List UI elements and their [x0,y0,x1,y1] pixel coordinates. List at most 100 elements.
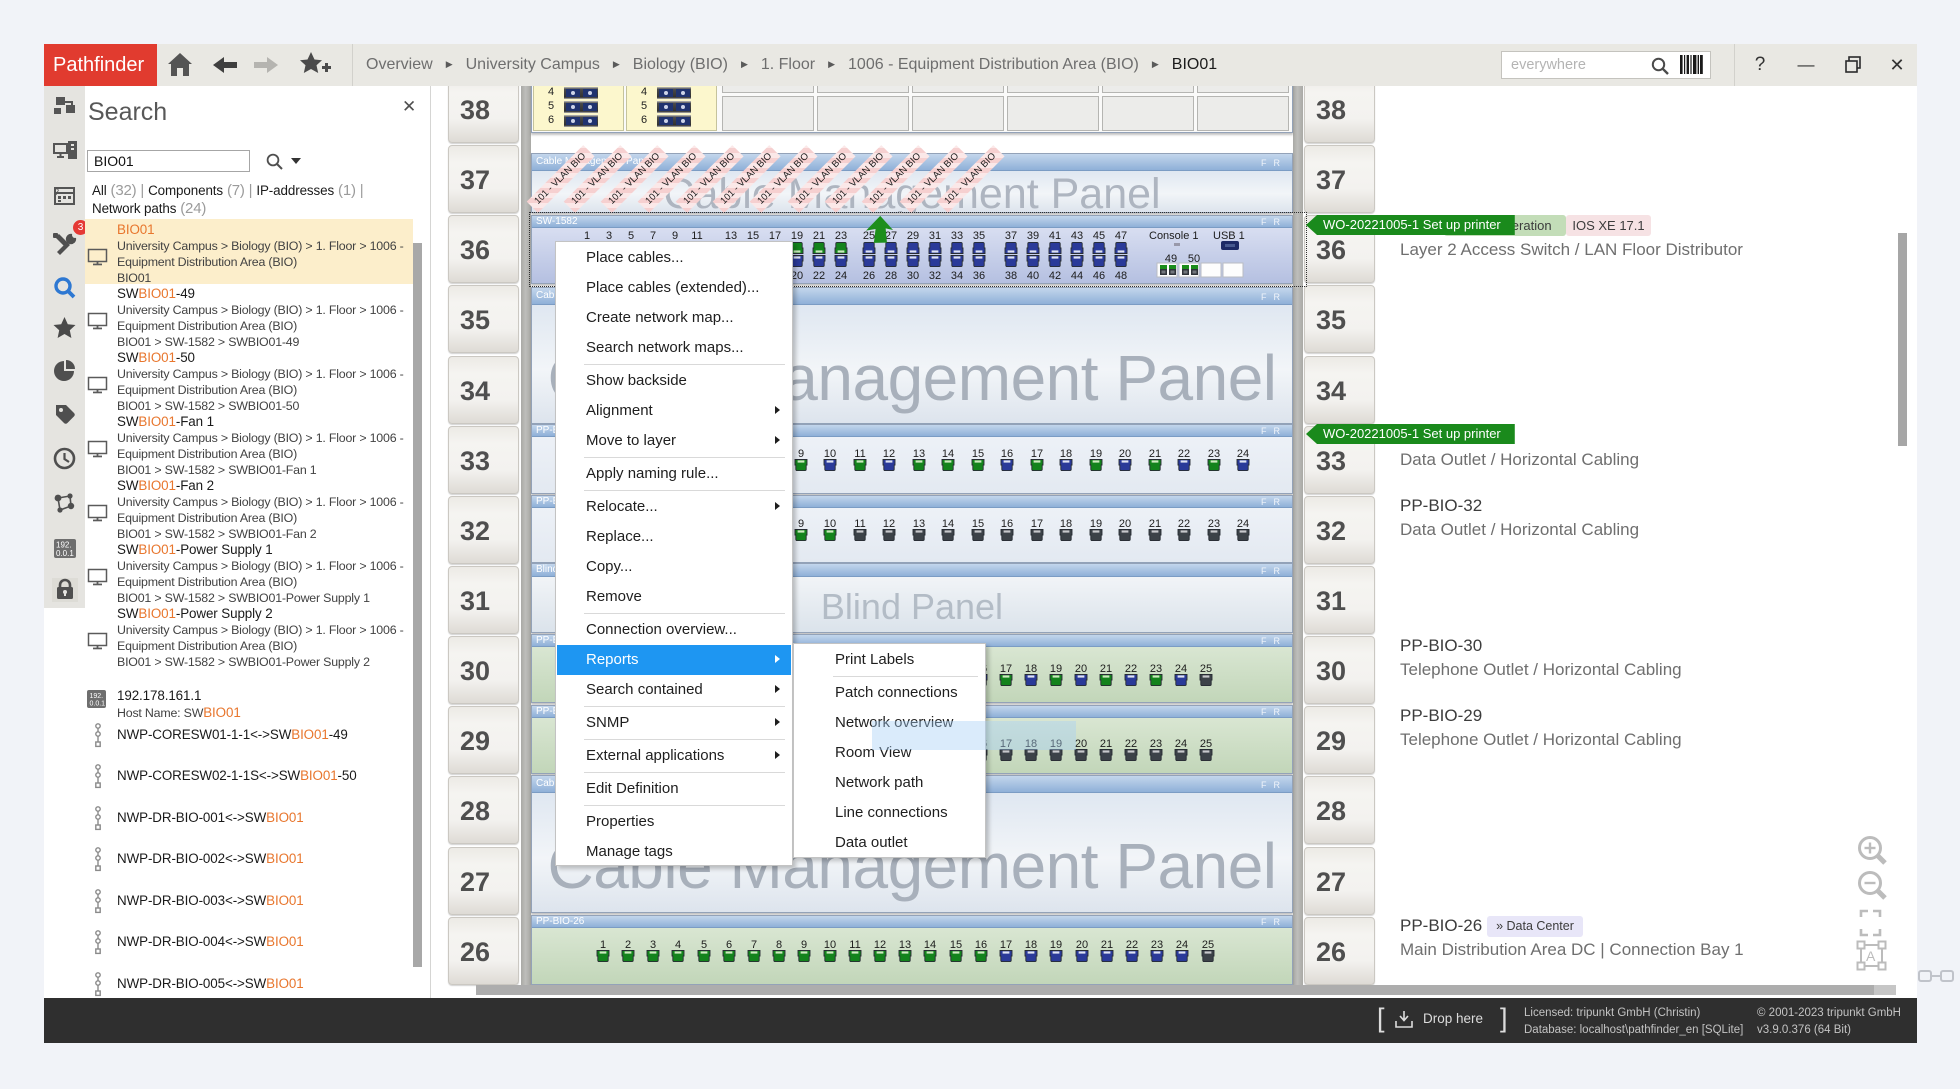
svg-text:18: 18 [1025,939,1037,951]
svg-text:20: 20 [1075,738,1087,750]
svg-text:3: 3 [650,939,656,951]
svg-text:24: 24 [835,270,847,282]
svg-text:47: 47 [1115,230,1127,242]
svg-text:15: 15 [972,448,984,460]
svg-text:17: 17 [1000,939,1012,951]
svg-text:18: 18 [1060,448,1072,460]
svg-text:20: 20 [1119,448,1131,460]
svg-text:34: 34 [951,270,963,282]
svg-text:17: 17 [1000,663,1012,675]
svg-text:21: 21 [1100,738,1112,750]
svg-text:22: 22 [813,270,825,282]
svg-text:12: 12 [883,448,895,460]
svg-text:6: 6 [726,939,732,951]
svg-text:USB 1: USB 1 [1213,230,1245,242]
svg-text:23: 23 [1208,448,1220,460]
svg-text:8: 8 [776,939,782,951]
svg-text:25: 25 [1200,663,1212,675]
svg-text:19: 19 [1090,448,1102,460]
svg-text:42: 42 [1049,270,1061,282]
svg-text:13: 13 [899,939,911,951]
svg-text:14: 14 [942,448,954,460]
svg-text:19: 19 [1090,518,1102,530]
svg-text:25: 25 [1202,939,1214,951]
svg-text:10: 10 [824,448,836,460]
svg-text:21: 21 [1149,448,1161,460]
svg-text:41: 41 [1049,230,1061,242]
svg-text:1: 1 [600,939,606,951]
svg-text:14: 14 [924,939,936,951]
svg-text:12: 12 [883,518,895,530]
svg-text:39: 39 [1027,230,1039,242]
svg-text:26: 26 [863,270,875,282]
svg-text:24: 24 [1176,939,1188,951]
svg-text:9: 9 [801,939,807,951]
svg-text:15: 15 [950,939,962,951]
svg-text:2: 2 [625,939,631,951]
svg-text:13: 13 [913,448,925,460]
svg-text:0.0.1: 0.0.1 [90,701,106,708]
svg-text:23: 23 [1208,518,1220,530]
svg-text:4: 4 [675,939,681,951]
svg-text:12: 12 [874,939,886,951]
svg-text:32: 32 [929,270,941,282]
svg-text:21: 21 [1101,939,1113,951]
svg-text:11: 11 [849,939,860,951]
svg-text:16: 16 [1001,448,1013,460]
svg-text:?: ? [54,187,59,197]
svg-text:37: 37 [1005,230,1017,242]
svg-text:16: 16 [1001,518,1013,530]
svg-text:45: 45 [1093,230,1105,242]
svg-text:10: 10 [824,518,836,530]
svg-text:24: 24 [1237,518,1249,530]
svg-text:22: 22 [1178,448,1190,460]
svg-text:35: 35 [973,230,985,242]
svg-text:22: 22 [1178,518,1190,530]
svg-text:A: A [1866,948,1876,964]
svg-text:22: 22 [1125,663,1137,675]
svg-text:23: 23 [1151,939,1163,951]
svg-text:Console 1: Console 1 [1149,230,1199,242]
svg-text:24: 24 [1237,448,1249,460]
svg-text:23: 23 [835,230,847,242]
svg-text:22: 22 [1125,738,1137,750]
svg-text:0.0.1: 0.0.1 [56,549,74,558]
svg-text:20: 20 [1075,663,1087,675]
svg-text:24: 24 [1175,738,1187,750]
svg-text:13: 13 [913,518,925,530]
svg-text:43: 43 [1071,230,1083,242]
svg-text:46: 46 [1093,270,1105,282]
svg-text:38: 38 [1005,270,1017,282]
svg-text:17: 17 [1031,518,1043,530]
svg-text:33: 33 [951,230,963,242]
svg-text:16: 16 [975,939,987,951]
svg-text:21: 21 [1100,663,1112,675]
svg-text:24: 24 [1175,663,1187,675]
svg-text:40: 40 [1027,270,1039,282]
svg-text:19: 19 [1050,663,1062,675]
svg-text:9: 9 [798,518,804,530]
svg-text:18: 18 [1060,518,1072,530]
svg-text:20: 20 [1076,939,1088,951]
svg-text:7: 7 [751,939,757,951]
svg-text:44: 44 [1071,270,1083,282]
svg-text:22: 22 [1126,939,1138,951]
svg-text:23: 23 [1150,738,1162,750]
svg-text:30: 30 [907,270,919,282]
svg-text:48: 48 [1115,270,1127,282]
svg-text:29: 29 [907,230,919,242]
svg-text:28: 28 [885,270,897,282]
svg-text:9: 9 [798,448,804,460]
svg-text:11: 11 [854,518,865,530]
svg-text:36: 36 [973,270,985,282]
svg-text:5: 5 [701,939,707,951]
svg-text:21: 21 [813,230,825,242]
svg-text:14: 14 [942,518,954,530]
svg-text:23: 23 [1150,663,1162,675]
svg-text:20: 20 [1119,518,1131,530]
svg-text:10: 10 [824,939,836,951]
svg-text:15: 15 [972,518,984,530]
svg-text:192.: 192. [90,693,104,700]
svg-text:18: 18 [1025,663,1037,675]
svg-text:17: 17 [1031,448,1043,460]
